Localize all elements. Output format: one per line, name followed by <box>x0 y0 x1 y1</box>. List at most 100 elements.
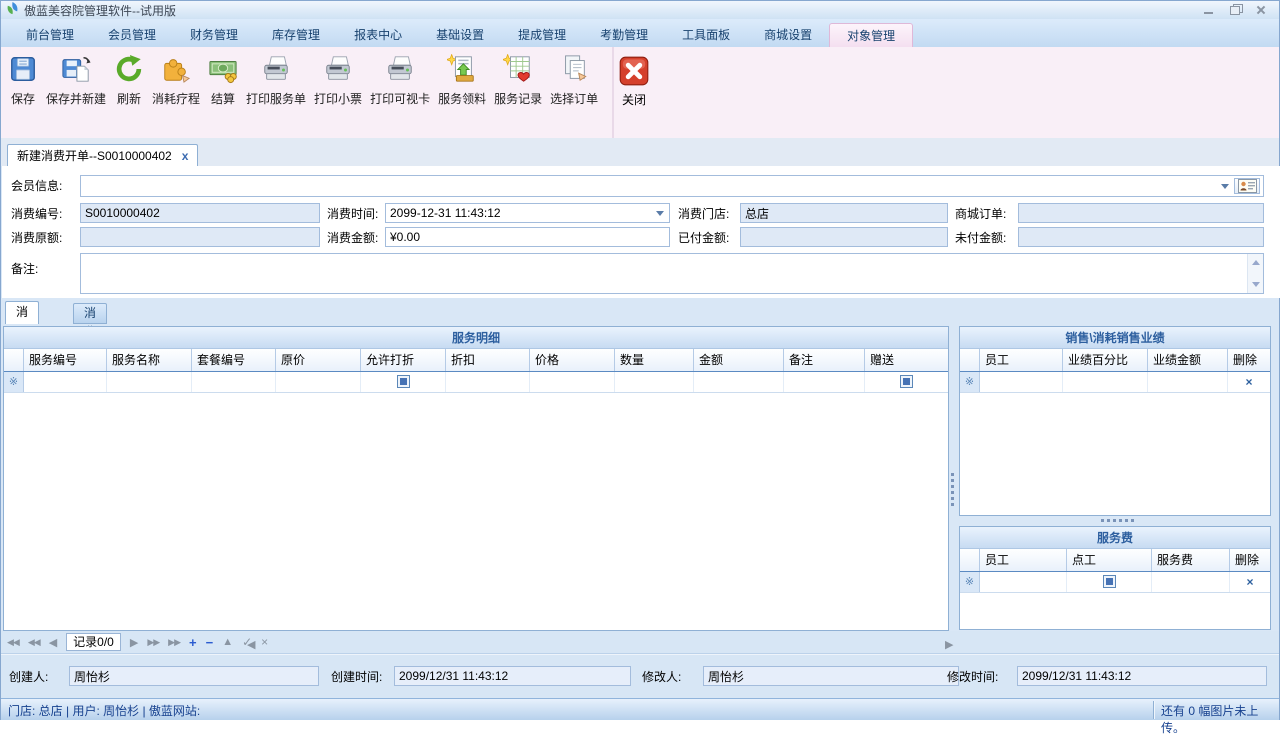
performance-header-row: 员工 业绩百分比 业绩金额 删除 <box>960 349 1270 372</box>
appointed-checkbox[interactable] <box>1103 575 1116 588</box>
member-info-combo[interactable] <box>80 175 1264 197</box>
modify-time-label: 修改时间: <box>947 667 998 687</box>
print-service-sheet-button[interactable]: 打印服务单 <box>242 49 310 109</box>
menu-item-front-desk[interactable]: 前台管理 <box>9 23 91 47</box>
horizontal-splitter[interactable] <box>1101 519 1134 524</box>
allow-discount-checkbox[interactable] <box>397 375 410 388</box>
tab-consume-product[interactable]: 消费产品 <box>73 303 107 324</box>
nav-prior-icon[interactable]: ◀ <box>49 636 57 649</box>
service-materials-button[interactable]: 服务领料 <box>434 49 490 109</box>
hscroll-left-icon[interactable]: ◀ <box>247 638 255 651</box>
remark-input[interactable] <box>81 254 1246 293</box>
nav-next-icon[interactable]: ▶ <box>130 636 138 649</box>
floppy-disk-icon <box>8 54 38 87</box>
restore-icon[interactable] <box>1227 4 1243 16</box>
chevron-down-icon[interactable] <box>1221 184 1229 189</box>
nav-cancel-icon[interactable]: × <box>261 635 268 649</box>
menu-item-object-management[interactable]: 对象管理 <box>829 23 913 47</box>
col-employee[interactable]: 员工 <box>980 549 1067 571</box>
col-employee[interactable]: 员工 <box>980 349 1063 371</box>
consume-no-field <box>80 203 320 223</box>
col-amount[interactable]: 金额 <box>694 349 784 371</box>
ribbon-toolbar: 保存 保存并新建 刷新 消耗疗程 结算 打印服务单 <box>1 47 1279 138</box>
col-delete[interactable]: 删除 <box>1228 349 1270 371</box>
nav-insert-icon[interactable]: + <box>189 635 197 650</box>
col-package-no[interactable]: 套餐编号 <box>192 349 276 371</box>
modifier-field <box>703 666 959 686</box>
member-info-input[interactable] <box>81 176 1263 196</box>
gift-checkbox[interactable] <box>900 375 913 388</box>
col-allow-discount[interactable]: 允许打折 <box>361 349 446 371</box>
save-button[interactable]: 保存 <box>4 49 42 109</box>
col-discount[interactable]: 折扣 <box>446 349 530 371</box>
nav-first-icon[interactable]: ◀◀ <box>7 637 19 648</box>
print-receipt-button[interactable]: 打印小票 <box>310 49 366 109</box>
consume-time-field[interactable]: 2099-12-31 11:43:12 <box>385 203 670 223</box>
menu-item-basic-settings[interactable]: 基础设置 <box>419 23 501 47</box>
remark-scrollbar[interactable] <box>1247 254 1263 293</box>
record-navigator: ◀◀ ◀◀ ◀ 记录0/0 ▶ ▶▶ ▶▶ + − ▲ ✓ × ◀ ▶ <box>1 631 1279 654</box>
tab-consume-service[interactable]: 消费服务 <box>5 301 39 324</box>
col-gift[interactable]: 赠送 <box>865 349 948 371</box>
col-perf-amount[interactable]: 业绩金额 <box>1148 349 1228 371</box>
scroll-down-icon[interactable] <box>1252 282 1260 287</box>
nav-next-page-icon[interactable]: ▶▶ <box>147 637 159 648</box>
member-card-button[interactable] <box>1234 178 1260 194</box>
document-tab-close-icon[interactable]: x <box>182 146 189 166</box>
nav-edit-icon[interactable]: ▲ <box>222 636 233 648</box>
document-tab[interactable]: 新建消费开单--S0010000402 x <box>7 144 198 166</box>
service-records-button[interactable]: 服务记录 <box>490 49 546 109</box>
remark-label: 备注: <box>11 259 38 279</box>
col-delete[interactable]: 删除 <box>1230 549 1270 571</box>
service-new-row[interactable]: ※ <box>4 372 948 393</box>
fee-new-row[interactable]: ※ × <box>960 572 1270 593</box>
vertical-splitter[interactable] <box>951 473 956 506</box>
nav-last-icon[interactable]: ▶▶ <box>168 637 180 648</box>
nav-delete-icon[interactable]: − <box>206 635 214 650</box>
delete-row-icon[interactable]: × <box>1230 572 1270 592</box>
nav-prior-page-icon[interactable]: ◀◀ <box>28 637 40 648</box>
select-order-button[interactable]: 选择订单 <box>546 49 602 109</box>
consume-amount-field[interactable] <box>385 227 670 247</box>
close-window-icon[interactable] <box>1253 4 1269 16</box>
fee-header-row: 员工 点工 服务费 删除 <box>960 549 1270 572</box>
consume-course-button[interactable]: 消耗疗程 <box>148 49 204 109</box>
col-service-fee[interactable]: 服务费 <box>1152 549 1230 571</box>
delete-row-icon[interactable]: × <box>1228 372 1270 392</box>
menu-item-inventory[interactable]: 库存管理 <box>255 23 337 47</box>
col-price[interactable]: 价格 <box>530 349 615 371</box>
save-and-new-button[interactable]: 保存并新建 <box>42 49 110 109</box>
menu-item-members[interactable]: 会员管理 <box>91 23 173 47</box>
hscroll-right-icon[interactable]: ▶ <box>945 638 953 651</box>
modifier-label: 修改人: <box>642 667 681 687</box>
menu-item-reports[interactable]: 报表中心 <box>337 23 419 47</box>
col-original-price[interactable]: 原价 <box>276 349 361 371</box>
col-service-no[interactable]: 服务编号 <box>24 349 107 371</box>
minimize-icon[interactable] <box>1201 4 1217 16</box>
ribbon-group-separator <box>612 47 614 138</box>
order-form: 会员信息: 消费编号: 消费时间: 2099-12-31 11:43:12 消费… <box>2 166 1280 298</box>
document-tab-title: 新建消费开单--S0010000402 <box>17 146 172 166</box>
menu-item-commission[interactable]: 提成管理 <box>501 23 583 47</box>
document-tab-bar: 新建消费开单--S0010000402 x <box>1 138 1279 166</box>
refresh-button[interactable]: 刷新 <box>110 49 148 109</box>
print-visual-card-button[interactable]: 打印可视卡 <box>366 49 434 109</box>
consume-time-label: 消费时间: <box>327 204 378 224</box>
scroll-up-icon[interactable] <box>1252 260 1260 265</box>
chevron-down-icon[interactable] <box>656 211 664 216</box>
settle-button[interactable]: 结算 <box>204 49 242 109</box>
status-upload-text: 还有 0 幅图片未上传。 <box>1161 702 1279 736</box>
col-remark[interactable]: 备注 <box>784 349 865 371</box>
menu-item-finance[interactable]: 财务管理 <box>173 23 255 47</box>
paid-amount-field <box>740 227 948 247</box>
col-perf-percent[interactable]: 业绩百分比 <box>1063 349 1148 371</box>
menu-item-attendance[interactable]: 考勤管理 <box>583 23 665 47</box>
col-appointed[interactable]: 点工 <box>1067 549 1152 571</box>
col-service-name[interactable]: 服务名称 <box>107 349 192 371</box>
close-tab-button[interactable]: 关闭 <box>617 54 651 108</box>
performance-new-row[interactable]: ※ × <box>960 372 1270 393</box>
col-quantity[interactable]: 数量 <box>615 349 694 371</box>
menu-item-tools[interactable]: 工具面板 <box>665 23 747 47</box>
menu-item-mall-settings[interactable]: 商城设置 <box>747 23 829 47</box>
remark-box <box>80 253 1264 294</box>
